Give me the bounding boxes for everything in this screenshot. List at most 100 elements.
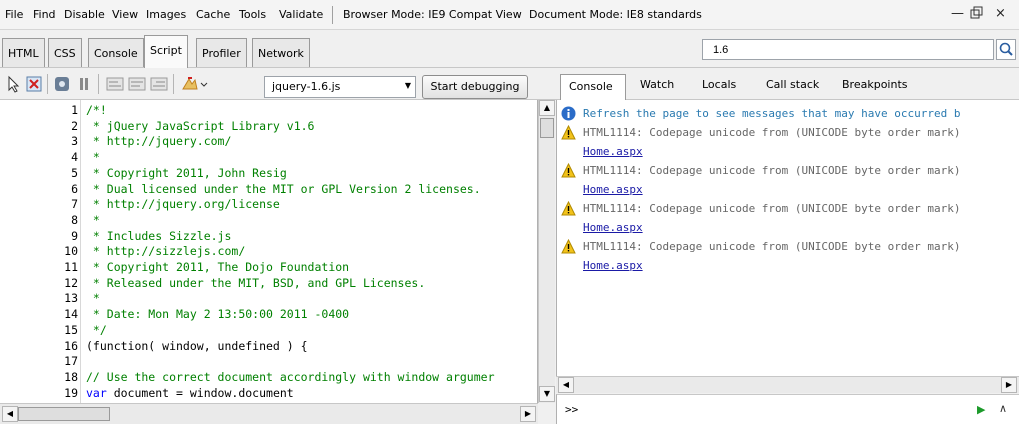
code-line: * Dual licensed under the MIT or GPL Ver… [86, 181, 481, 196]
warning-icon [561, 162, 576, 178]
line-number[interactable]: 14 [0, 307, 78, 321]
console-source-link[interactable]: Home.aspx [583, 259, 643, 272]
scroll-left-arrow[interactable]: ◀ [2, 406, 18, 422]
tab-network[interactable]: Network [252, 38, 310, 67]
line-number[interactable]: 1 [0, 103, 78, 117]
line-number-gutter[interactable]: 1 2 3 4 5 6 7 8 9 10 11 12 13 14 15 16 17 18 19 [0, 100, 81, 403]
code-line: var document = window.document [86, 386, 294, 400]
line-number[interactable]: 8 [0, 213, 78, 227]
tab-call-stack[interactable]: Call stack [766, 78, 819, 91]
code-line: * [86, 212, 100, 227]
menu-file[interactable]: File [5, 8, 23, 21]
code-vertical-scrollbar[interactable]: ▲ ▼ [538, 100, 555, 403]
line-number[interactable]: 7 [0, 197, 78, 211]
console-source-link[interactable]: Home.aspx [583, 221, 643, 234]
step-out-icon[interactable] [150, 75, 168, 93]
line-number[interactable]: 15 [0, 323, 78, 337]
line-number[interactable]: 3 [0, 134, 78, 148]
menu-images[interactable]: Images [146, 8, 186, 21]
code-line: * Copyright 2011, The Dojo Foundation [86, 260, 350, 274]
code-horizontal-scrollbar[interactable]: ◀ ▶ [0, 403, 538, 424]
start-debugging-button[interactable]: Start debugging [422, 75, 528, 99]
tab-script[interactable]: Script [144, 35, 188, 68]
code-line: * http://sizzlejs.com/ [86, 244, 246, 259]
line-number[interactable]: 10 [0, 244, 78, 258]
menu-bar: File Find Disable View Images Cache Tool… [0, 0, 1019, 30]
line-number[interactable]: 5 [0, 166, 78, 180]
tab-css[interactable]: CSS [48, 38, 82, 67]
console-warning-message: HTML1114: Codepage unicode from (UNICODE… [583, 202, 961, 215]
script-file-label: jquery-1.6.js [272, 80, 341, 93]
break-icon[interactable] [53, 75, 71, 93]
console-command-line[interactable]: >> ▶ ∧ [556, 394, 1019, 424]
line-number[interactable]: 2 [0, 119, 78, 133]
pause-icon[interactable] [75, 75, 93, 93]
warning-icon [561, 238, 576, 254]
code-line: // Use the correct document accordingly … [86, 369, 495, 384]
code-line: * Copyright 2011, John Resig [86, 165, 287, 180]
line-number[interactable]: 6 [0, 182, 78, 196]
tab-watch[interactable]: Watch [640, 78, 674, 91]
menu-view[interactable]: View [112, 8, 138, 21]
expand-icon[interactable]: ∧ [999, 402, 1007, 415]
toolbar-separator [173, 74, 174, 94]
search-input[interactable] [702, 39, 994, 60]
tab-console[interactable]: Console [88, 38, 144, 67]
scroll-down-arrow[interactable]: ▼ [539, 386, 555, 402]
browser-mode-menu[interactable]: Browser Mode: IE9 Compat View [343, 8, 522, 21]
code-editor[interactable]: 1 2 3 4 5 6 7 8 9 10 11 12 13 14 15 16 17 18 19 /*! * jQue… [0, 100, 538, 403]
code-line: * Released under the MIT, BSD, and GPL L… [86, 275, 426, 290]
tab-locals[interactable]: Locals [702, 78, 736, 91]
menu-cache[interactable]: Cache [196, 8, 230, 21]
tab-html[interactable]: HTML [2, 38, 45, 67]
console-horizontal-scrollbar[interactable]: ◀ ▶ [556, 376, 1019, 393]
code-line: * Date: Mon May 2 13:50:00 2011 -0400 [86, 307, 350, 322]
scroll-left-arrow[interactable]: ◀ [558, 377, 574, 393]
search-icon[interactable] [996, 39, 1016, 60]
scroll-up-arrow[interactable]: ▲ [539, 100, 555, 116]
console-source-link[interactable]: Home.aspx [583, 183, 643, 196]
tab-console-pane[interactable]: Console [560, 74, 626, 100]
info-icon [561, 106, 576, 121]
menu-tools[interactable]: Tools [239, 8, 266, 21]
line-number[interactable]: 17 [0, 354, 78, 368]
run-icon[interactable]: ▶ [977, 403, 985, 416]
menu-find[interactable]: Find [33, 8, 56, 21]
code-line: * http://jquery.org/license [86, 197, 280, 212]
line-number[interactable]: 4 [0, 150, 78, 164]
line-number[interactable]: 11 [0, 260, 78, 274]
toolbar-separator [98, 74, 99, 94]
tab-breakpoints[interactable]: Breakpoints [842, 78, 908, 91]
menu-disable[interactable]: Disable [64, 8, 105, 21]
cursor-icon[interactable] [5, 75, 23, 93]
code-keyword: var [86, 385, 107, 400]
line-number[interactable]: 18 [0, 370, 78, 384]
scroll-right-arrow[interactable]: ▶ [520, 406, 536, 422]
clear-icon[interactable] [25, 75, 43, 93]
line-number[interactable]: 19 [0, 386, 78, 400]
script-file-select[interactable]: jquery-1.6.js ▼ [264, 76, 416, 98]
restore-icon[interactable] [970, 6, 984, 24]
scroll-right-arrow[interactable]: ▶ [1001, 377, 1017, 393]
console-info-message: Refresh the page to see messages that ma… [583, 107, 961, 120]
tab-profiler[interactable]: Profiler [196, 38, 247, 67]
scroll-thumb[interactable] [540, 118, 554, 138]
line-number[interactable]: 9 [0, 229, 78, 243]
line-number[interactable]: 16 [0, 339, 78, 353]
step-over-icon[interactable] [128, 75, 146, 93]
code-line: * [86, 150, 100, 165]
close-icon[interactable]: × [995, 6, 1006, 21]
console-source-link[interactable]: Home.aspx [583, 145, 643, 158]
code-line: /*! [86, 103, 107, 117]
minimize-icon[interactable]: — [951, 6, 964, 21]
line-number[interactable]: 13 [0, 291, 78, 305]
console-output: Refresh the page to see messages that ma… [556, 100, 1019, 384]
break-on-error-icon[interactable] [180, 75, 208, 93]
line-number[interactable]: 12 [0, 276, 78, 290]
document-mode-menu[interactable]: Document Mode: IE8 standards [529, 8, 702, 21]
step-into-icon[interactable] [106, 75, 124, 93]
code-line: (function( window, undefined ) { [86, 338, 308, 353]
console-prompt: >> [565, 403, 579, 416]
scroll-thumb-horizontal[interactable] [18, 407, 110, 421]
menu-validate[interactable]: Validate [279, 8, 323, 21]
